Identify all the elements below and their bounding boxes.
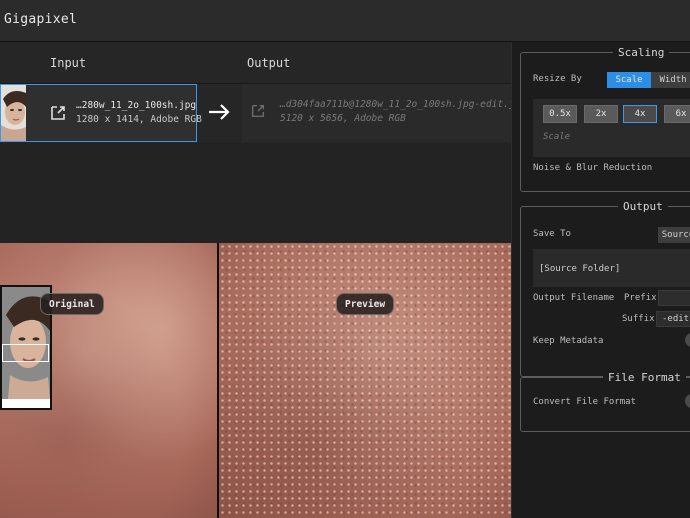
suffix-input[interactable]: -edit (656, 311, 690, 327)
save-to-label: Save To (533, 229, 571, 239)
preview-label: Preview (336, 293, 395, 315)
output-file-meta: 5120 x 5656, Adobe RGB (280, 113, 406, 124)
scale-caption: Scale (543, 132, 571, 142)
settings-panel: Scaling Resize By Scale Width 0.5x 2x 4x… (511, 42, 690, 518)
output-file-card[interactable]: …d304faa711b@1280w_11_2o_100sh.jpg-edit.… (242, 84, 526, 142)
scale-options-box: 0.5x 2x 4x 6x Scale (533, 99, 690, 157)
input-thumbnail (1, 85, 26, 141)
output-filename-label: Output Filename (533, 293, 615, 303)
save-to-select[interactable]: Source (658, 227, 690, 243)
preview-image-view[interactable] (219, 243, 511, 518)
prefix-input[interactable] (658, 290, 690, 306)
output-group: Output Save To Source [Source Folder] Ou… (520, 200, 690, 377)
convert-format-toggle[interactable] (685, 394, 690, 408)
file-format-legend: File Format (603, 371, 686, 384)
open-external-icon[interactable] (49, 104, 67, 122)
output-column-label: Output (247, 56, 291, 70)
open-external-icon[interactable] (250, 103, 266, 119)
scale-option-2x[interactable]: 2x (584, 105, 618, 123)
scale-option-6x[interactable]: 6x (664, 105, 690, 123)
input-column-label: Input (50, 56, 87, 70)
resize-mode-width[interactable]: Width (651, 72, 690, 88)
input-file-meta: 1280 x 1414, Adobe RGB (76, 114, 202, 125)
convert-format-label: Convert File Format (533, 397, 636, 407)
arrow-right-icon (207, 100, 231, 124)
noise-blur-label: Noise & Blur Reduction (533, 163, 653, 173)
output-legend: Output (618, 200, 668, 213)
app-title: Gigapixel (4, 12, 78, 27)
prefix-label: Prefix (624, 293, 657, 303)
scaling-legend: Scaling (613, 46, 670, 59)
original-label: Original (40, 293, 104, 315)
file-list-empty-area (0, 143, 511, 256)
io-header: Input Output (0, 42, 511, 84)
split-divider[interactable] (217, 243, 219, 518)
output-folder-field[interactable]: [Source Folder] (533, 249, 690, 287)
navigator-viewport[interactable] (2, 344, 49, 362)
scale-option-0-5x[interactable]: 0.5x (543, 105, 577, 123)
keep-metadata-label: Keep Metadata (533, 336, 604, 346)
scale-option-4x[interactable]: 4x (623, 105, 657, 123)
scaling-group: Scaling Resize By Scale Width 0.5x 2x 4x… (520, 46, 690, 192)
title-bar: Gigapixel (0, 0, 690, 42)
file-format-group: File Format Convert File Format (520, 371, 690, 432)
resize-by-label: Resize By (533, 74, 582, 84)
input-filename: …280w_11_2o_100sh.jpg (76, 100, 197, 111)
suffix-label: Suffix (622, 314, 655, 324)
input-file-card[interactable]: …280w_11_2o_100sh.jpg 1280 x 1414, Adobe… (0, 84, 202, 142)
output-filename: …d304faa711b@1280w_11_2o_100sh.jpg-edit.… (280, 99, 526, 110)
keep-metadata-toggle[interactable] (685, 333, 690, 347)
resize-mode-scale[interactable]: Scale (607, 72, 651, 88)
